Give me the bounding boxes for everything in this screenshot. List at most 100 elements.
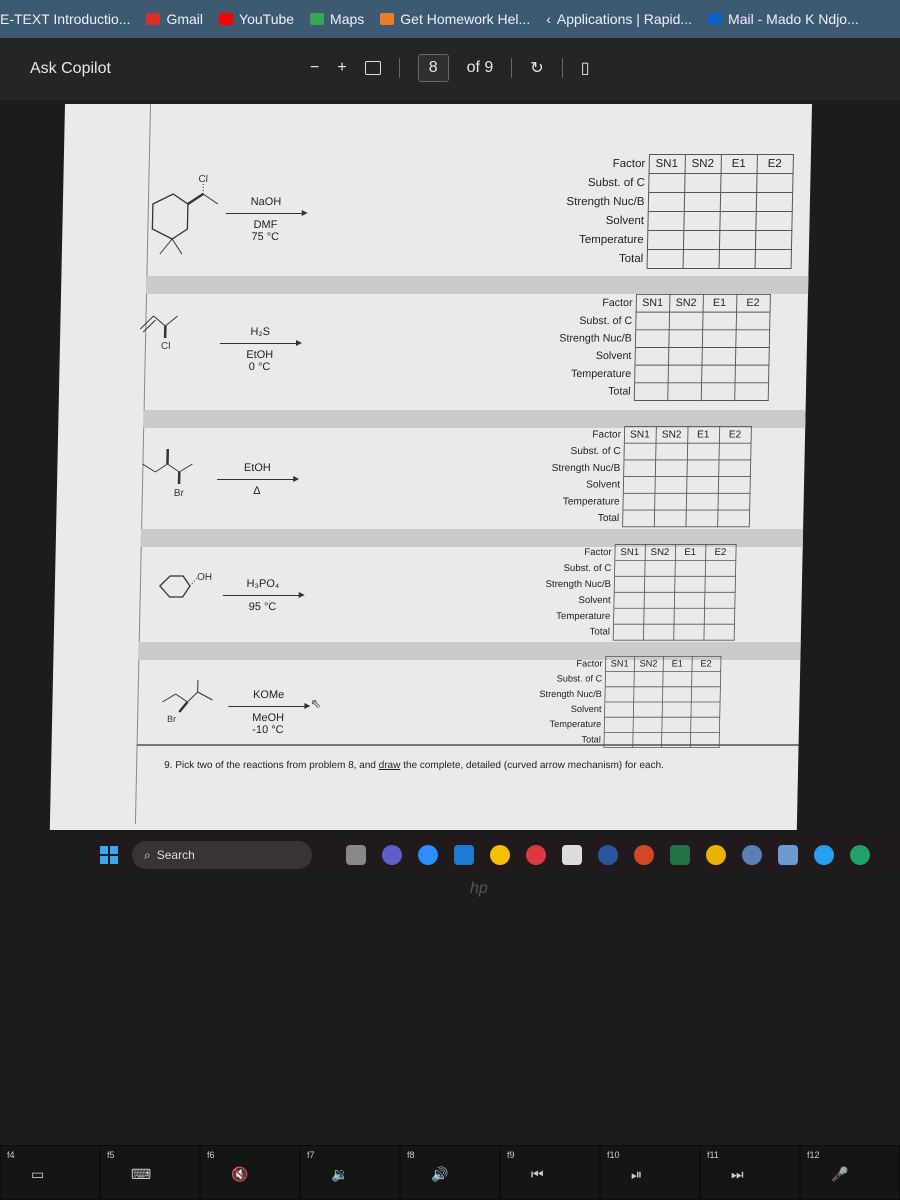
table-cell[interactable] — [718, 459, 751, 477]
table-cell[interactable] — [654, 493, 687, 511]
table-cell[interactable] — [703, 608, 735, 625]
table-cell[interactable] — [632, 732, 662, 748]
bookmark-maps[interactable]: Maps — [310, 11, 364, 27]
table-cell[interactable] — [717, 493, 750, 511]
table-cell[interactable] — [756, 173, 793, 193]
table-cell[interactable] — [604, 702, 634, 718]
table-cell[interactable] — [633, 671, 663, 687]
table-cell[interactable] — [647, 192, 685, 212]
expressvpn-icon[interactable] — [526, 845, 546, 865]
fit-page-icon[interactable] — [364, 61, 381, 75]
perplexity-icon[interactable] — [562, 845, 582, 865]
folder-icon[interactable] — [490, 845, 510, 865]
table-cell[interactable] — [604, 671, 634, 687]
bookmark-mail[interactable]: Mail - Mado K Ndjo... — [708, 11, 859, 27]
table-cell[interactable] — [662, 671, 692, 687]
table-cell[interactable] — [683, 211, 720, 231]
table-cell[interactable] — [691, 671, 721, 687]
key-f6[interactable]: f6 🔇 — [200, 1145, 300, 1200]
table-cell[interactable] — [754, 230, 792, 250]
edge-icon[interactable] — [850, 845, 870, 865]
table-cell[interactable] — [644, 576, 675, 593]
table-cell[interactable] — [719, 192, 757, 212]
table-cell[interactable] — [755, 192, 793, 212]
key-f8[interactable]: f8 🔊 — [400, 1145, 500, 1200]
table-cell[interactable] — [633, 382, 668, 401]
table-cell[interactable] — [632, 717, 662, 733]
table-cell[interactable] — [735, 312, 770, 330]
table-cell[interactable] — [634, 347, 669, 366]
table-cell[interactable] — [654, 476, 687, 494]
table-cell[interactable] — [734, 382, 769, 401]
table-cell[interactable] — [603, 717, 633, 733]
table-cell[interactable] — [686, 443, 719, 460]
cortana-icon[interactable] — [814, 845, 834, 865]
table-cell[interactable] — [646, 230, 684, 250]
table-cell[interactable] — [613, 576, 645, 593]
table-cell[interactable] — [654, 459, 687, 477]
table-cell[interactable] — [682, 230, 720, 250]
table-cell[interactable] — [735, 329, 770, 348]
table-cell[interactable] — [718, 249, 755, 269]
table-cell[interactable] — [661, 732, 691, 748]
table-cell[interactable] — [667, 365, 702, 383]
table-cell[interactable] — [667, 382, 702, 401]
key-f5[interactable]: f5 ⌨ — [100, 1145, 200, 1200]
table-cell[interactable] — [689, 732, 720, 748]
table-cell[interactable] — [718, 230, 756, 250]
table-cell[interactable] — [612, 624, 644, 641]
bookmark-youtube[interactable]: YouTube — [219, 11, 294, 27]
table-cell[interactable] — [690, 717, 720, 733]
table-cell[interactable] — [644, 560, 675, 577]
table-cell[interactable] — [701, 347, 736, 366]
table-cell[interactable] — [734, 347, 769, 366]
taskbar-search[interactable]: ⌕ Search — [132, 841, 312, 869]
table-cell[interactable] — [673, 592, 705, 609]
table-cell[interactable] — [622, 510, 655, 527]
key-f4[interactable]: f4 ▭ — [0, 1145, 100, 1200]
table-cell[interactable] — [632, 702, 663, 718]
table-cell[interactable] — [684, 173, 721, 193]
table-cell[interactable] — [613, 592, 645, 609]
table-cell[interactable] — [701, 365, 735, 383]
key-f7[interactable]: f7 🔉 — [300, 1145, 400, 1200]
table-cell[interactable] — [648, 173, 685, 193]
page-view-icon[interactable]: ▯ — [581, 58, 590, 78]
table-cell[interactable] — [686, 459, 719, 477]
table-cell[interactable] — [662, 686, 692, 702]
bookmark-gmail[interactable]: Gmail — [146, 11, 203, 27]
table-cell[interactable] — [603, 732, 633, 748]
table-cell[interactable] — [703, 624, 735, 641]
table-cell[interactable] — [604, 686, 634, 702]
table-cell[interactable] — [661, 717, 691, 733]
teams-icon[interactable] — [382, 845, 402, 865]
zoom-icon[interactable] — [418, 845, 438, 865]
table-cell[interactable] — [655, 443, 688, 460]
table-cell[interactable] — [685, 493, 718, 511]
mail-icon[interactable] — [454, 845, 474, 865]
table-cell[interactable] — [704, 560, 736, 577]
table-cell[interactable] — [613, 608, 644, 625]
table-cell[interactable] — [623, 459, 656, 477]
table-cell[interactable] — [719, 211, 756, 231]
page-number-input[interactable]: 8 — [417, 54, 449, 82]
table-cell[interactable] — [623, 443, 656, 460]
table-cell[interactable] — [690, 686, 720, 702]
zoom-out-button[interactable]: − — [310, 59, 319, 77]
table-cell[interactable] — [674, 576, 705, 593]
table-cell[interactable] — [643, 592, 675, 609]
table-cell[interactable] — [685, 510, 718, 527]
table-cell[interactable] — [668, 312, 703, 330]
word-icon[interactable] — [598, 845, 618, 865]
windows-start-icon[interactable] — [100, 846, 118, 864]
table-cell[interactable] — [643, 624, 674, 641]
key-f11[interactable]: f11 ⏭ — [700, 1145, 800, 1200]
table-cell[interactable] — [668, 347, 702, 366]
table-cell[interactable] — [702, 312, 737, 330]
table-cell[interactable] — [700, 382, 735, 401]
table-cell[interactable] — [634, 365, 669, 383]
table-cell[interactable] — [622, 493, 655, 511]
excel-icon[interactable] — [670, 845, 690, 865]
file-explorer-icon[interactable] — [346, 845, 366, 865]
table-cell[interactable] — [661, 702, 691, 718]
